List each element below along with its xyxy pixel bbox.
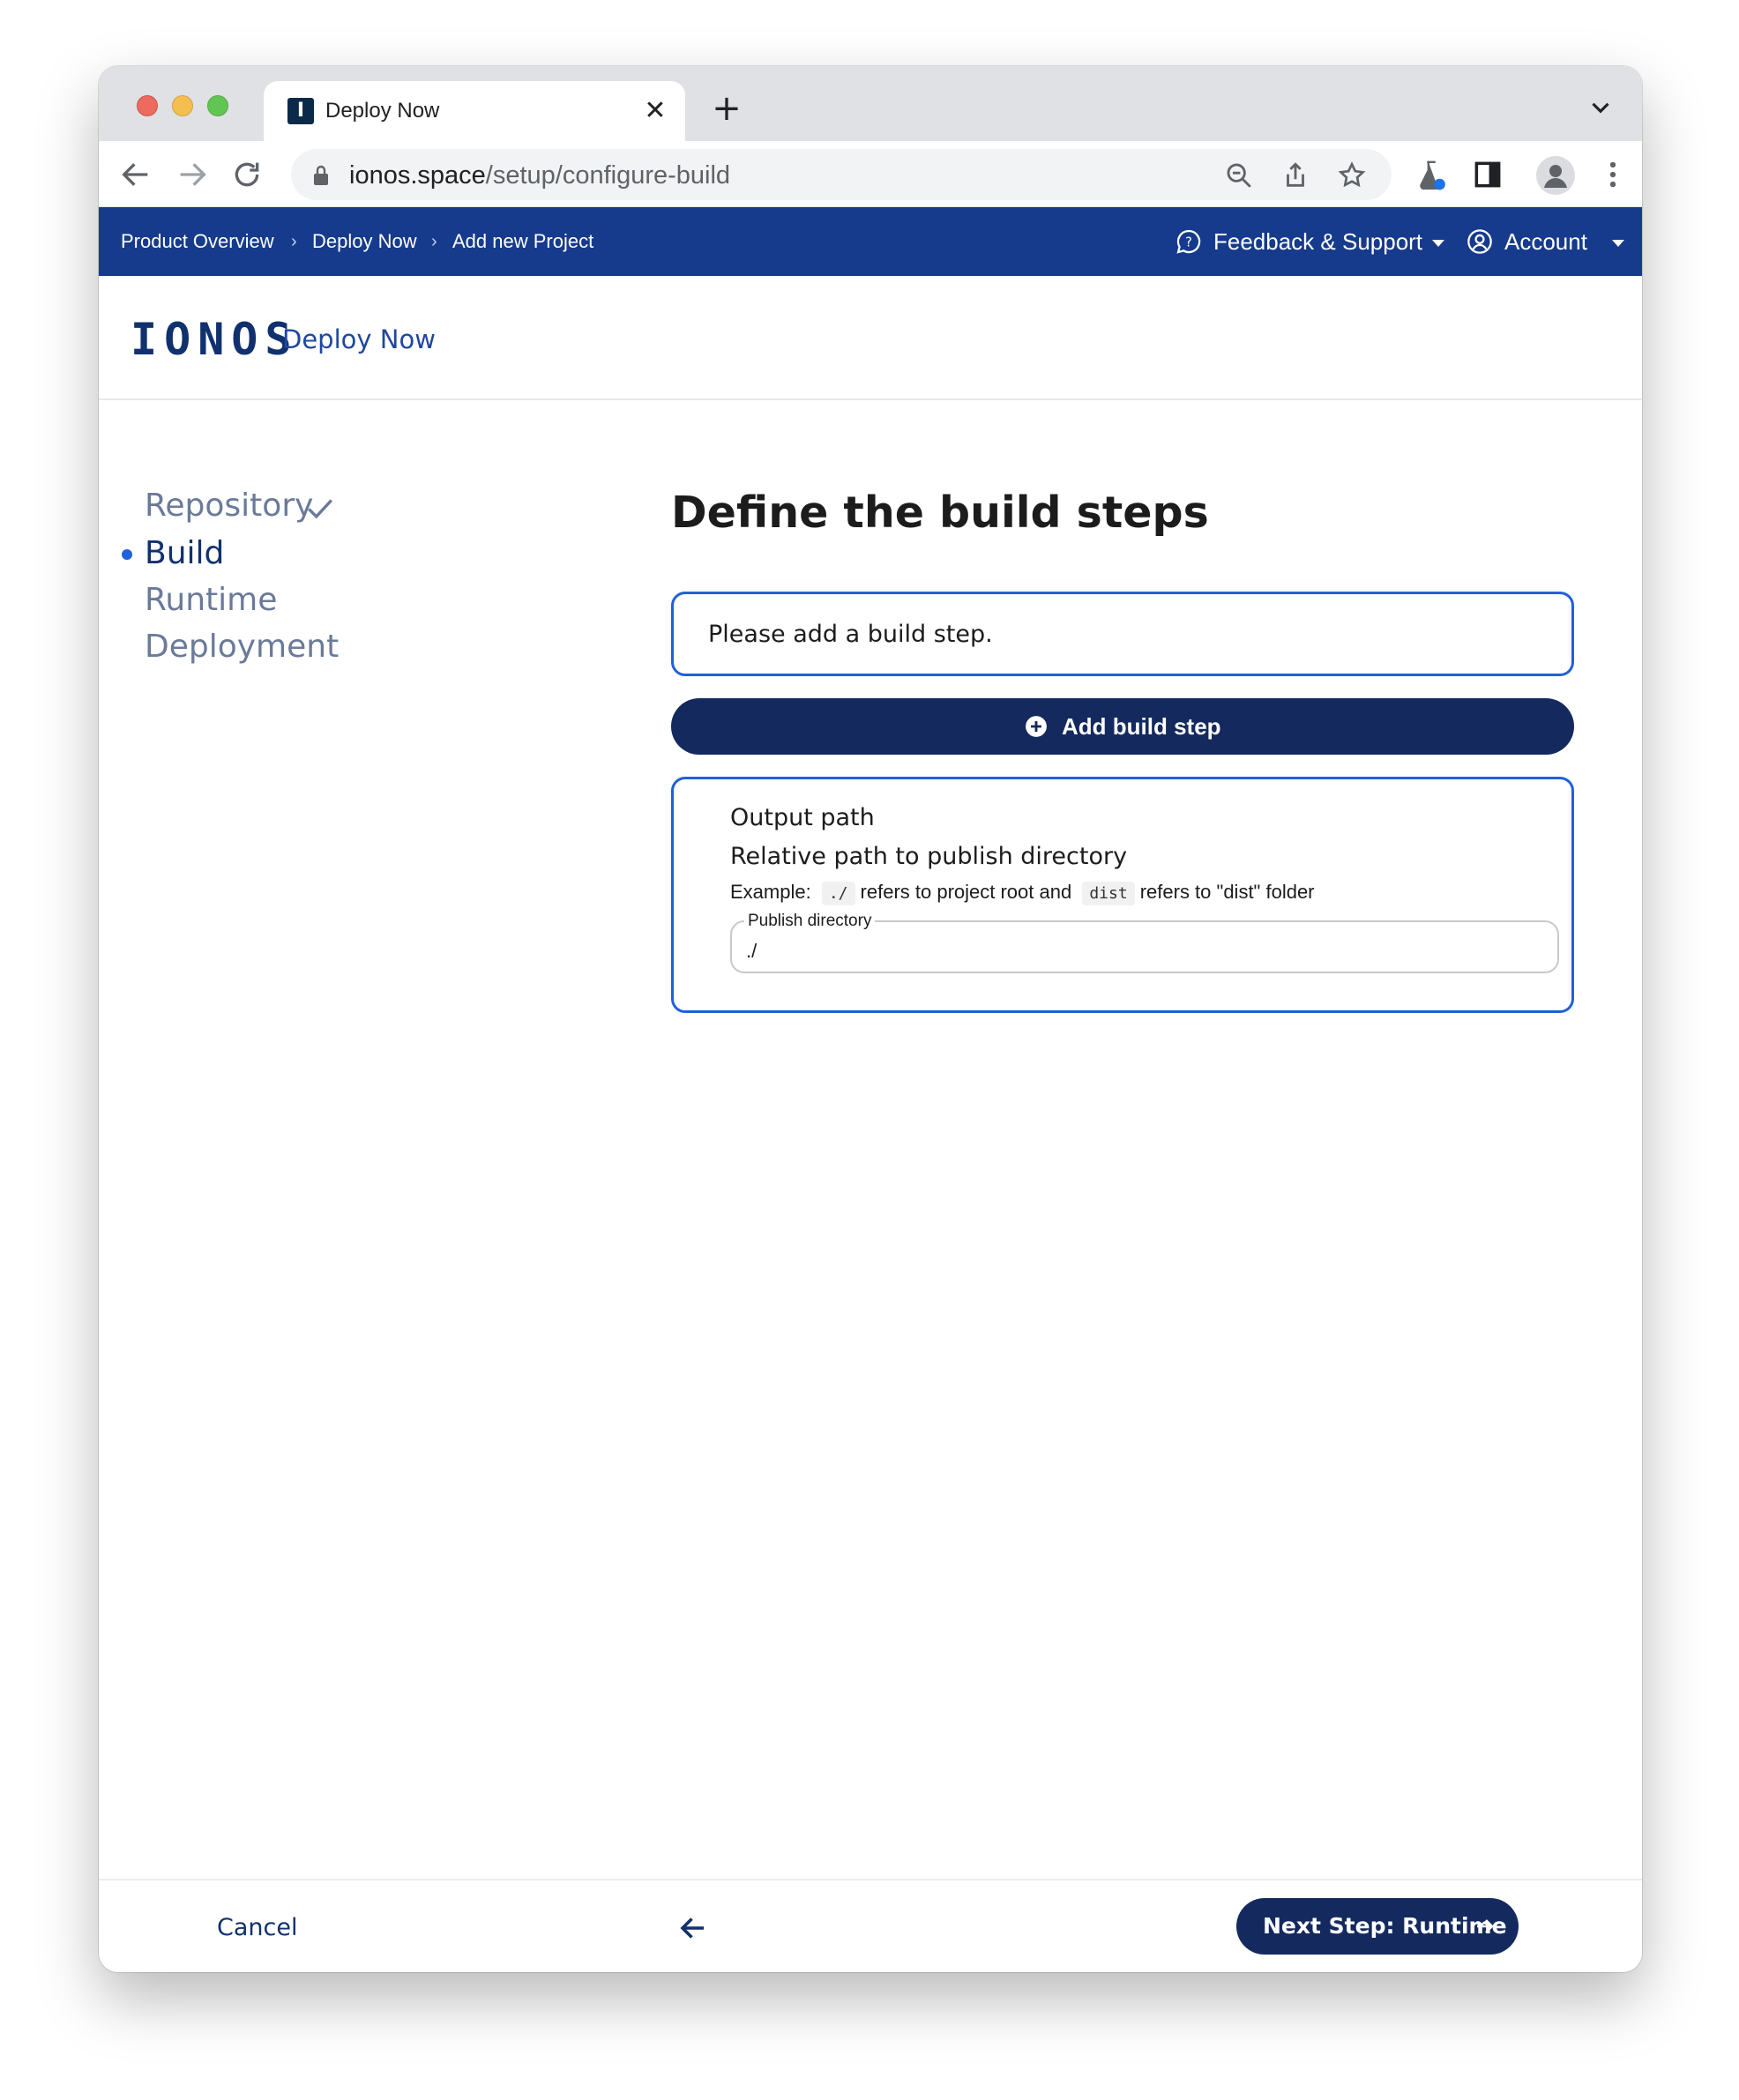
minimize-window-button[interactable] bbox=[172, 95, 193, 116]
check-icon bbox=[308, 499, 332, 519]
output-path-example: Example: ./refers to project root and di… bbox=[730, 879, 1315, 907]
breadcrumb-add-new-project[interactable]: Add new Project bbox=[452, 228, 593, 255]
example-prefix: Example: bbox=[730, 881, 811, 903]
step-runtime: Runtime bbox=[145, 582, 278, 618]
account-menu[interactable]: Account bbox=[1504, 227, 1587, 257]
product-name[interactable]: Deploy Now bbox=[282, 322, 436, 357]
address-bar[interactable]: ionos.space/setup/configure-build bbox=[291, 149, 1392, 200]
tab-strip: I Deploy Now ✕ + bbox=[99, 66, 1642, 141]
empty-message: Please add a build step. bbox=[708, 621, 993, 648]
zoom-icon[interactable] bbox=[1224, 160, 1254, 190]
breadcrumb-deploy-now[interactable]: Deploy Now bbox=[312, 228, 417, 255]
page-title: Define the build steps bbox=[671, 488, 1209, 538]
labs-flask-icon[interactable] bbox=[1414, 158, 1448, 191]
forward-icon[interactable] bbox=[175, 157, 210, 192]
favicon-icon: I bbox=[287, 98, 314, 124]
browser-window: I Deploy Now ✕ + ionos.space/setup/confi… bbox=[99, 66, 1642, 1972]
ionos-logo[interactable]: IONOS bbox=[131, 315, 299, 364]
brand-bar: IONOS Deploy Now bbox=[99, 276, 1642, 400]
output-path-card: Output path Relative path to publish dir… bbox=[671, 777, 1574, 1013]
reload-icon[interactable] bbox=[229, 157, 265, 192]
zoom-window-button[interactable] bbox=[207, 95, 228, 116]
breadcrumb-separator-icon: › bbox=[291, 232, 297, 251]
tab-search-chevron-icon[interactable] bbox=[1586, 93, 1616, 123]
example-mid-text: refers to project root and bbox=[860, 881, 1072, 903]
plus-circle-icon bbox=[1026, 716, 1047, 737]
new-tab-icon[interactable]: + bbox=[709, 91, 744, 126]
url-host: ionos.space bbox=[349, 161, 486, 190]
step-repository[interactable]: Repository bbox=[145, 486, 313, 526]
feedback-caret-icon bbox=[1432, 240, 1444, 247]
bookmark-star-icon[interactable] bbox=[1337, 160, 1367, 190]
account-user-icon[interactable] bbox=[1466, 227, 1494, 256]
arrow-right-icon bbox=[1477, 1919, 1494, 1933]
share-icon[interactable] bbox=[1280, 160, 1310, 190]
next-step-button[interactable]: Next Step: Runtime bbox=[1236, 1898, 1519, 1955]
app-header: Product Overview › Deploy Now › Add new … bbox=[99, 207, 1642, 276]
close-window-button[interactable] bbox=[137, 95, 158, 116]
browser-toolbar: ionos.space/setup/configure-build bbox=[99, 141, 1642, 207]
back-icon[interactable] bbox=[118, 157, 153, 192]
side-panel-icon[interactable] bbox=[1471, 158, 1504, 191]
publish-directory-field[interactable]: Publish directory bbox=[730, 912, 1559, 973]
feedback-chat-icon[interactable]: ? bbox=[1175, 227, 1203, 256]
lock-icon[interactable] bbox=[310, 164, 332, 187]
add-build-step-label: Add build step bbox=[1062, 713, 1221, 740]
back-arrow-icon[interactable] bbox=[677, 1912, 709, 1944]
example-code-dist: dist bbox=[1082, 882, 1135, 905]
example-code-root: ./ bbox=[821, 882, 855, 905]
svg-text:?: ? bbox=[1185, 235, 1192, 249]
url-text: ionos.space/setup/configure-build bbox=[349, 160, 730, 190]
next-step-label: Next Step: Runtime bbox=[1263, 1913, 1507, 1939]
build-steps-empty-card: Please add a build step. bbox=[671, 592, 1574, 676]
breadcrumb-product-overview[interactable]: Product Overview bbox=[121, 228, 274, 255]
cancel-button[interactable]: Cancel bbox=[217, 1912, 297, 1944]
step-build[interactable]: Build bbox=[145, 533, 224, 574]
output-path-title: Output path bbox=[730, 804, 875, 831]
tab-title: Deploy Now bbox=[325, 99, 440, 123]
feedback-support-link[interactable]: Feedback & Support bbox=[1213, 227, 1422, 257]
wizard-footer: Cancel Next Step: Runtime bbox=[99, 1879, 1642, 1972]
step-deployment: Deployment bbox=[145, 629, 340, 665]
publish-directory-label: Publish directory bbox=[744, 912, 876, 931]
url-path: /setup/configure-build bbox=[485, 161, 731, 190]
browser-tab[interactable]: I Deploy Now ✕ bbox=[264, 81, 685, 141]
profile-avatar[interactable] bbox=[1536, 156, 1575, 195]
person-icon bbox=[1544, 165, 1567, 188]
active-step-indicator bbox=[122, 549, 132, 560]
publish-directory-input[interactable] bbox=[746, 936, 1540, 966]
tab-close-icon[interactable]: ✕ bbox=[638, 93, 673, 129]
more-menu-icon[interactable] bbox=[1596, 158, 1630, 191]
output-path-subtitle: Relative path to publish directory bbox=[730, 843, 1128, 870]
breadcrumb-separator-icon: › bbox=[431, 232, 437, 251]
example-suffix: refers to "dist" folder bbox=[1139, 881, 1315, 903]
account-caret-icon bbox=[1612, 240, 1624, 247]
add-build-step-button[interactable]: Add build step bbox=[671, 698, 1574, 755]
